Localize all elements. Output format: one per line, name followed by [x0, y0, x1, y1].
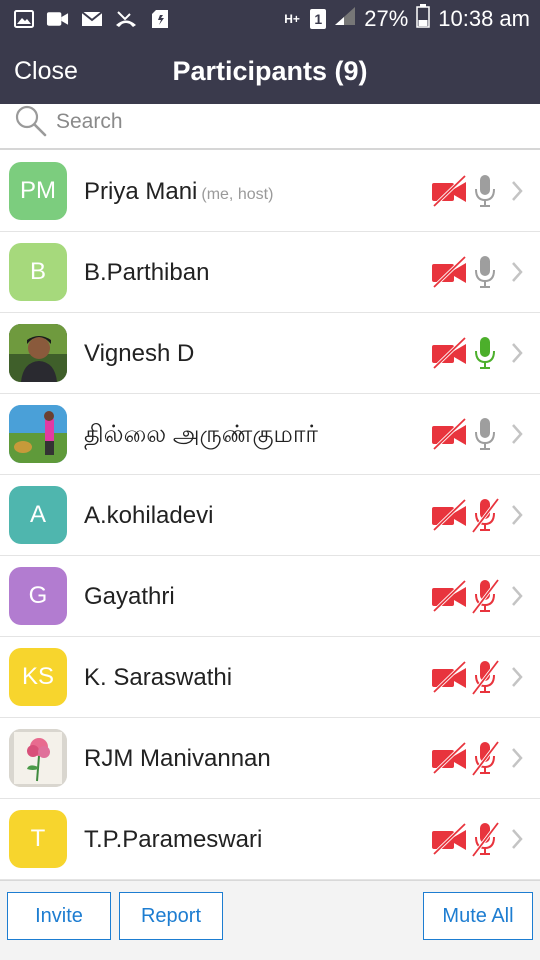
mic-muted-icon	[470, 740, 500, 777]
mic-icon	[470, 254, 500, 290]
chevron-right-icon	[508, 178, 526, 204]
participant-row[interactable]: Vignesh D	[0, 313, 540, 394]
participant-name: RJM Manivannan	[84, 718, 271, 799]
avatar: B	[9, 243, 67, 301]
avatar-photo	[9, 729, 67, 787]
video-off-icon	[431, 417, 467, 451]
participant-name-text: Priya Mani	[84, 178, 198, 205]
participant-name: A.kohiladevi	[84, 475, 213, 556]
missed-call-icon	[114, 9, 137, 29]
battery-percent: 27%	[364, 6, 409, 31]
video-off-icon	[431, 255, 467, 289]
chevron-right-icon	[508, 826, 526, 852]
mute-all-button[interactable]: Mute All	[423, 892, 533, 940]
participant-row[interactable]: A A.kohiladevi	[0, 475, 540, 556]
close-button[interactable]: Close	[14, 38, 78, 104]
participant-name-text: A.kohiladevi	[84, 502, 214, 529]
notification-icons	[12, 7, 171, 31]
avatar-initials: PM	[20, 177, 56, 204]
avatar-initials: A	[29, 501, 46, 528]
network-type-label: H+	[284, 12, 300, 26]
gallery-icon	[12, 9, 35, 29]
avatar: PM	[9, 162, 67, 220]
participant-name-text: RJM Manivannan	[84, 745, 271, 772]
chevron-right-icon	[508, 745, 526, 771]
clock: 10:38 am	[438, 6, 530, 31]
participant-role-tag: (me, host)	[201, 186, 274, 203]
participant-row[interactable]: PM Priya Mani (me, host)	[0, 151, 540, 232]
participant-name: T.P.Parameswari	[84, 799, 262, 880]
mic-muted-icon	[470, 497, 500, 534]
mic-muted-icon	[470, 578, 500, 615]
video-off-icon	[431, 579, 467, 613]
participant-name-text: K. Saraswathi	[84, 664, 233, 691]
video-off-icon	[431, 660, 467, 694]
participant-name-text: Vignesh D	[84, 340, 195, 367]
video-off-icon	[431, 741, 467, 775]
chevron-right-icon	[508, 340, 526, 366]
avatar-photo	[9, 324, 67, 382]
avatar: A	[9, 486, 67, 544]
search-icon	[14, 104, 48, 138]
participant-name-text: Gayathri	[84, 583, 175, 610]
mic-icon	[470, 173, 500, 209]
avatar-initials: B	[29, 258, 46, 285]
participant-name: B.Parthiban	[84, 232, 209, 313]
chevron-right-icon	[508, 502, 526, 528]
chevron-right-icon	[508, 259, 526, 285]
participant-name-text: B.Parthiban	[84, 259, 210, 286]
participant-name-text: T.P.Parameswari	[84, 826, 263, 853]
invite-button[interactable]: Invite	[7, 892, 111, 940]
avatar-photo	[9, 405, 67, 463]
mic-muted-icon	[470, 659, 500, 696]
search-bar	[0, 104, 540, 150]
status-bar: H+ 1 27% 10:38 am	[0, 0, 540, 38]
mic-speaking-icon	[470, 335, 500, 371]
participant-name-text: தில்லை அருண்குமார்	[84, 421, 318, 448]
chevron-right-icon	[508, 664, 526, 690]
chevron-right-icon	[508, 583, 526, 609]
avatar: T	[9, 810, 67, 868]
participant-row[interactable]: KS K. Saraswathi	[0, 637, 540, 718]
signal-icon	[334, 6, 356, 32]
bottom-action-bar: Invite Report Mute All	[0, 880, 540, 960]
page-title: Participants (9)	[172, 56, 368, 86]
participant-name: Vignesh D	[84, 313, 194, 394]
sd-card-icon	[148, 9, 171, 29]
avatar-initials: T	[30, 825, 46, 852]
report-button[interactable]: Report	[119, 892, 223, 940]
participant-row[interactable]: B B.Parthiban	[0, 232, 540, 313]
avatar: KS	[9, 648, 67, 706]
mic-icon	[470, 416, 500, 452]
title-bar: Close Participants (9)	[0, 38, 540, 104]
participant-name: தில்லை அருண்குமார்	[84, 394, 318, 475]
mic-muted-icon	[470, 821, 500, 858]
participant-list: PM Priya Mani (me, host) B B.Parthiban Vignes…	[0, 151, 540, 880]
video-off-icon	[431, 336, 467, 370]
search-input[interactable]	[56, 106, 516, 138]
battery-icon	[416, 4, 431, 34]
participant-name: Gayathri	[84, 556, 175, 637]
video-off-icon	[431, 498, 467, 532]
video-off-icon	[431, 822, 467, 856]
participant-row[interactable]: T T.P.Parameswari	[0, 799, 540, 880]
participant-name: Priya Mani (me, host)	[84, 151, 273, 232]
participant-row[interactable]: தில்லை அருண்குமார்	[0, 394, 540, 475]
sim-indicator: 1	[310, 9, 327, 29]
avatar-initials: KS	[21, 663, 54, 690]
avatar: G	[9, 567, 67, 625]
participant-row[interactable]: RJM Manivannan	[0, 718, 540, 799]
chevron-right-icon	[508, 421, 526, 447]
video-icon	[46, 9, 69, 29]
system-indicators: H+ 1 27% 10:38 am	[284, 0, 530, 38]
sim-label: 1	[314, 11, 323, 27]
mail-icon	[80, 9, 103, 29]
avatar-initials: G	[28, 582, 48, 609]
video-off-icon	[431, 174, 467, 208]
participant-name: K. Saraswathi	[84, 637, 232, 718]
participant-row[interactable]: G Gayathri	[0, 556, 540, 637]
